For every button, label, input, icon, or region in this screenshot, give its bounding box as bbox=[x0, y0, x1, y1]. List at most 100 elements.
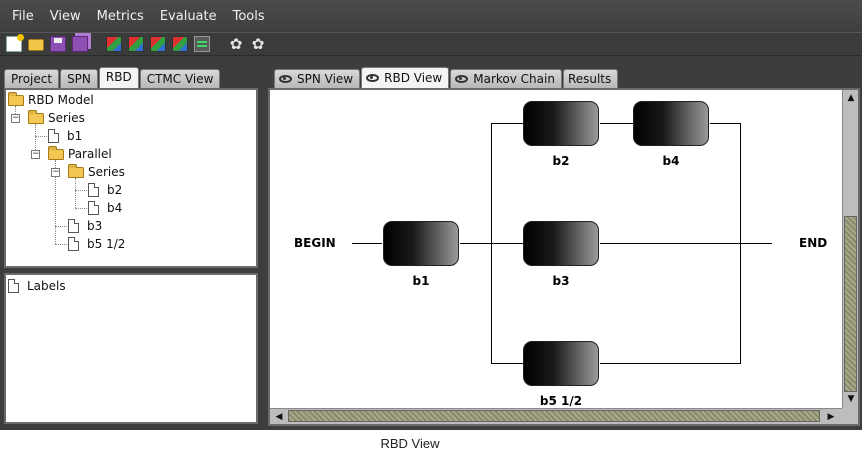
menu-metrics[interactable]: Metrics bbox=[89, 9, 152, 24]
menu-bar: File View Metrics Evaluate Tools bbox=[0, 0, 862, 32]
tree-item-label: b5 1/2 bbox=[87, 237, 126, 251]
block-b2[interactable] bbox=[523, 101, 599, 146]
console-icon[interactable] bbox=[194, 36, 210, 52]
horizontal-scrollbar[interactable]: ◀ ▶ bbox=[270, 408, 842, 424]
eye-icon bbox=[455, 75, 469, 83]
connector-b2-b4 bbox=[600, 123, 633, 124]
tree-item-b1[interactable]: b1 bbox=[48, 127, 82, 145]
tree-item-parallel[interactable]: Parallel bbox=[48, 145, 112, 163]
tree-item-label: Series bbox=[48, 111, 85, 125]
connector-b5-join bbox=[600, 363, 741, 364]
scroll-corner bbox=[842, 408, 858, 424]
tab-project[interactable]: Project bbox=[4, 69, 60, 88]
labels-panel: Labels bbox=[4, 273, 258, 424]
application-window: File View Metrics Evaluate Tools ✿ ✿ Pro… bbox=[0, 0, 862, 430]
tab-label: RBD View bbox=[384, 71, 443, 85]
tab-ctmc-view[interactable]: CTMC View bbox=[139, 69, 221, 88]
settings-gear-icon[interactable]: ✿ bbox=[228, 36, 244, 52]
tree-item-inner-series[interactable]: Series bbox=[68, 163, 125, 181]
menu-file[interactable]: File bbox=[4, 9, 42, 24]
tree-item-b5[interactable]: b5 1/2 bbox=[68, 235, 125, 253]
toolbar: ✿ ✿ bbox=[0, 32, 862, 56]
tree-item-label: Parallel bbox=[68, 147, 112, 161]
horizontal-scroll-thumb[interactable] bbox=[288, 410, 820, 422]
scroll-down-icon[interactable]: ▼ bbox=[844, 392, 858, 406]
collapse-toggle[interactable]: − bbox=[31, 150, 40, 159]
add-node-icon[interactable] bbox=[172, 36, 188, 52]
block-b3[interactable] bbox=[523, 221, 599, 266]
add-parallel-icon[interactable] bbox=[150, 36, 166, 52]
connector-split-b5 bbox=[491, 363, 523, 364]
tree-item-b2[interactable]: b2 bbox=[88, 181, 122, 199]
block-b2-label: b2 bbox=[552, 154, 570, 168]
labels-item[interactable]: Labels bbox=[8, 277, 66, 295]
tree-item-label: b2 bbox=[107, 183, 123, 197]
tab-label: Results bbox=[567, 72, 612, 86]
file-icon bbox=[88, 201, 99, 215]
tree-connector bbox=[75, 208, 89, 209]
labels-item-label: Labels bbox=[27, 279, 66, 293]
scroll-left-icon[interactable]: ◀ bbox=[272, 410, 286, 424]
tree-item-rbd-model[interactable]: RBD Model bbox=[8, 91, 94, 109]
tree-connector bbox=[55, 226, 69, 227]
tree-item-label: RBD Model bbox=[28, 93, 94, 107]
tree-item-label: b4 bbox=[107, 201, 123, 215]
eye-icon bbox=[366, 74, 380, 82]
run-gear-icon[interactable]: ✿ bbox=[250, 36, 266, 52]
block-b4-label: b4 bbox=[662, 154, 680, 168]
file-icon bbox=[8, 279, 19, 293]
block-b5-label: b5 1/2 bbox=[539, 394, 583, 408]
collapse-toggle[interactable]: − bbox=[11, 114, 20, 123]
block-b3-label: b3 bbox=[552, 274, 570, 288]
scroll-up-icon[interactable]: ▲ bbox=[844, 91, 858, 105]
scroll-right-icon[interactable]: ▶ bbox=[824, 410, 838, 424]
tree-item-series[interactable]: Series bbox=[28, 109, 85, 127]
menu-tools[interactable]: Tools bbox=[225, 9, 273, 24]
menu-view[interactable]: View bbox=[42, 9, 89, 24]
menu-evaluate[interactable]: Evaluate bbox=[152, 9, 225, 24]
file-icon bbox=[88, 183, 99, 197]
open-folder-icon[interactable] bbox=[28, 39, 44, 51]
connector-b1-split bbox=[460, 243, 492, 244]
add-series-icon[interactable] bbox=[128, 36, 144, 52]
begin-label: BEGIN bbox=[294, 236, 336, 250]
tree-item-label: b1 bbox=[67, 129, 83, 143]
block-b4[interactable] bbox=[633, 101, 709, 146]
end-label: END bbox=[799, 236, 828, 250]
eye-icon bbox=[279, 75, 292, 83]
tree-item-b3[interactable]: b3 bbox=[68, 217, 102, 235]
tab-label: Markov Chain bbox=[473, 72, 555, 86]
rbd-canvas[interactable]: BEGIN END b1 b2 b4 b3 b5 1/2 ▲ ▼ ◀ ▶ bbox=[268, 88, 860, 426]
add-block-icon[interactable] bbox=[106, 36, 122, 52]
tree-connector bbox=[35, 136, 49, 137]
tab-rbd[interactable]: RBD bbox=[98, 67, 139, 88]
vertical-scroll-thumb[interactable] bbox=[844, 216, 857, 392]
save-all-icon[interactable] bbox=[72, 36, 88, 52]
save-icon[interactable] bbox=[50, 36, 66, 52]
vertical-scrollbar[interactable]: ▲ ▼ bbox=[842, 90, 858, 408]
collapse-toggle[interactable]: − bbox=[51, 168, 60, 177]
block-b1[interactable] bbox=[383, 221, 459, 266]
connector-split-b2 bbox=[491, 123, 523, 124]
file-icon bbox=[68, 237, 79, 251]
tab-rbd-view[interactable]: RBD View bbox=[361, 67, 450, 88]
folder-open-icon bbox=[68, 163, 84, 178]
tree-connector bbox=[75, 178, 76, 208]
folder-open-icon bbox=[8, 91, 24, 106]
tab-markov-chain[interactable]: Markov Chain bbox=[450, 69, 562, 88]
folder-open-icon bbox=[48, 145, 64, 160]
tree-connector bbox=[75, 190, 89, 191]
block-b5[interactable] bbox=[523, 341, 599, 386]
block-b1-label: b1 bbox=[412, 274, 430, 288]
connector-b3-end bbox=[600, 243, 772, 244]
tree-item-b4[interactable]: b4 bbox=[88, 199, 122, 217]
tree-connector bbox=[55, 244, 69, 245]
file-icon bbox=[68, 219, 79, 233]
file-icon bbox=[48, 129, 59, 143]
connector-b4-join bbox=[710, 123, 741, 124]
tab-spn-view[interactable]: SPN View bbox=[274, 69, 361, 88]
model-tree: RBD Model − Series b1 − Parallel − Serie… bbox=[4, 88, 258, 268]
tab-spn[interactable]: SPN bbox=[60, 69, 98, 88]
new-file-icon[interactable] bbox=[6, 34, 24, 52]
tab-results[interactable]: Results bbox=[562, 69, 619, 88]
